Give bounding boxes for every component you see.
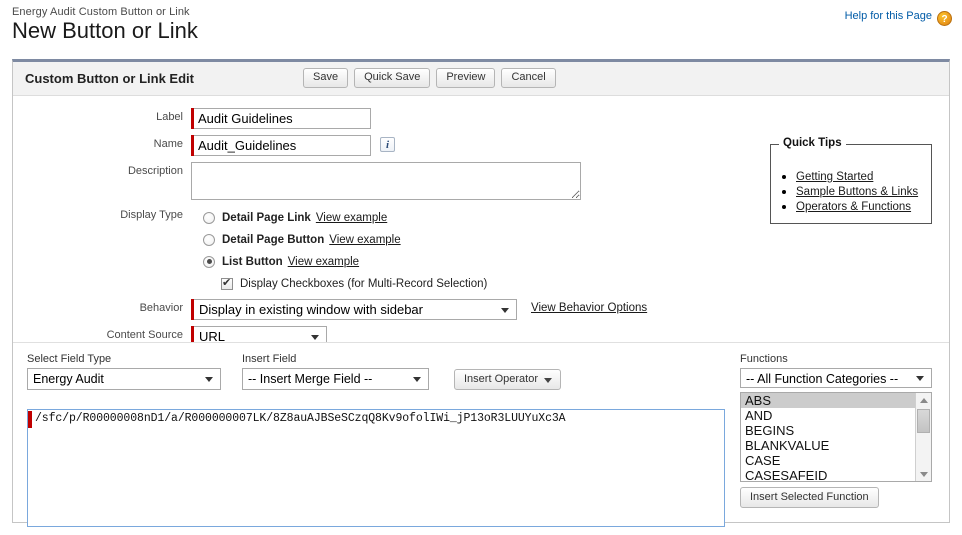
display-type-label: Display Type — [120, 209, 183, 221]
preview-button[interactable]: Preview — [436, 68, 496, 88]
panel-action-buttons: Save Quick Save Preview Cancel — [303, 68, 556, 88]
radio-label-detail-page-link: Detail Page Link — [222, 211, 311, 224]
display-checkboxes-row[interactable]: Display Checkboxes (for Multi-Record Sel… — [221, 274, 487, 293]
list-item[interactable]: CASE — [741, 453, 916, 468]
view-example-link-list-button[interactable]: View example — [288, 256, 359, 268]
quick-tips-legend: Quick Tips — [779, 137, 846, 149]
field-row-label: Label — [13, 108, 949, 129]
help-icon[interactable]: ? — [937, 11, 952, 26]
formula-textarea-container[interactable]: /sfc/p/R00000008nD1/a/R000000007LK/8Z8au… — [27, 409, 725, 527]
radio-detail-page-link[interactable] — [203, 211, 215, 224]
label-input[interactable] — [194, 108, 371, 129]
scroll-down-arrow-icon[interactable] — [916, 467, 931, 481]
insert-merge-field-dropdown[interactable]: -- Insert Merge Field -- — [242, 368, 429, 390]
radio-row-detail-page-link[interactable]: Detail Page Link View example — [203, 208, 487, 227]
quick-tip-link-sample-buttons[interactable]: Sample Buttons & Links — [796, 186, 918, 198]
content-source-label: Content Source — [106, 329, 183, 341]
radio-list-button[interactable] — [203, 255, 215, 268]
save-button[interactable]: Save — [303, 68, 349, 88]
formula-textarea-inner: /sfc/p/R00000008nD1/a/R000000007LK/8Z8au… — [28, 410, 724, 526]
chevron-down-icon — [543, 377, 552, 383]
select-field-type-dropdown[interactable]: Energy Audit — [27, 368, 221, 390]
panel-title: Custom Button or Link Edit — [25, 71, 194, 86]
insert-field-caption: Insert Field — [242, 353, 297, 365]
insert-operator-label: Insert Operator — [464, 373, 538, 385]
insert-field-group: Insert Field -- Insert Merge Field -- — [242, 353, 429, 390]
view-example-link-detail-page-button[interactable]: View example — [329, 234, 400, 246]
display-type-radio-group: Detail Page Link View example Detail Pag… — [203, 206, 487, 293]
behavior-select[interactable]: Display in existing window with sidebar — [194, 299, 517, 320]
chevron-down-icon — [916, 376, 924, 381]
list-item: Sample Buttons & Links — [796, 184, 931, 198]
label-field-label: Label — [156, 111, 183, 123]
quick-tip-link-operators-functions[interactable]: Operators & Functions — [796, 201, 911, 213]
chevron-down-icon — [311, 334, 319, 340]
name-field-label: Name — [153, 138, 183, 150]
chevron-down-icon — [205, 377, 213, 382]
list-item[interactable]: CASESAFEID — [741, 468, 916, 481]
label-field-control — [191, 108, 371, 129]
page-title: New Button or Link — [12, 18, 198, 43]
select-field-type-group: Select Field Type Energy Audit — [27, 353, 221, 390]
list-item[interactable]: ABS — [741, 393, 916, 408]
behavior-control: Display in existing window with sidebar … — [191, 299, 647, 320]
radio-detail-page-button[interactable] — [203, 233, 215, 246]
field-row-behavior: Behavior Display in existing window with… — [13, 299, 949, 320]
insert-operator-button[interactable]: Insert Operator — [454, 369, 561, 390]
view-behavior-options-link[interactable]: View Behavior Options — [531, 299, 647, 314]
view-example-link-detail-page-link[interactable]: View example — [316, 212, 387, 224]
behavior-select-value: Display in existing window with sidebar — [199, 302, 423, 317]
radio-row-list-button[interactable]: List Button View example — [203, 252, 487, 271]
name-input[interactable] — [194, 135, 371, 156]
functions-listbox[interactable]: ABS AND BEGINS BLANKVALUE CASE CASESAFEI… — [740, 392, 932, 482]
list-item: Getting Started — [796, 169, 931, 183]
formula-textarea[interactable]: /sfc/p/R00000008nD1/a/R000000007LK/8Z8au… — [32, 410, 724, 426]
insert-selected-function-button[interactable]: Insert Selected Function — [740, 487, 879, 508]
description-textarea[interactable] — [191, 162, 581, 200]
list-item[interactable]: AND — [741, 408, 916, 423]
quick-save-button[interactable]: Quick Save — [354, 68, 431, 88]
functions-list-items: ABS AND BEGINS BLANKVALUE CASE CASESAFEI… — [741, 393, 916, 481]
list-item[interactable]: BLANKVALUE — [741, 438, 916, 453]
custom-button-edit-panel: Custom Button or Link Edit Save Quick Sa… — [12, 59, 950, 527]
function-categories-dropdown[interactable]: -- All Function Categories -- — [740, 368, 932, 388]
radio-row-detail-page-button[interactable]: Detail Page Button View example — [203, 230, 487, 249]
chevron-down-icon — [501, 307, 509, 313]
help-for-this-page-link[interactable]: Help for this Page? — [845, 10, 952, 26]
function-categories-value: -- All Function Categories -- — [746, 372, 899, 386]
insert-operator-group: Insert Operator — [454, 369, 561, 390]
list-item[interactable]: BEGINS — [741, 423, 916, 438]
description-field-label: Description — [127, 165, 183, 177]
quick-tips-box: Quick Tips Getting Started Sample Button… — [770, 137, 932, 224]
radio-label-detail-page-button: Detail Page Button — [222, 233, 325, 246]
quick-tip-link-getting-started[interactable]: Getting Started — [796, 171, 873, 183]
functions-list-scrollbar[interactable] — [915, 393, 931, 481]
cancel-button[interactable]: Cancel — [501, 68, 556, 88]
help-link-label: Help for this Page — [844, 10, 932, 22]
description-field-control — [191, 162, 581, 200]
info-icon[interactable]: i — [380, 137, 395, 152]
panel-header: Custom Button or Link Edit Save Quick Sa… — [13, 62, 949, 96]
functions-caption: Functions — [740, 353, 788, 365]
list-item: Operators & Functions — [796, 199, 931, 213]
insert-merge-field-value: -- Insert Merge Field -- — [248, 372, 373, 386]
display-checkboxes-checkbox[interactable] — [221, 277, 233, 290]
chevron-down-icon — [413, 377, 421, 382]
breadcrumb: Energy Audit Custom Button or Link — [12, 6, 190, 18]
behavior-label: Behavior — [139, 302, 183, 314]
form-body: Label Name i Description Display Type — [13, 96, 949, 347]
name-field-control: i — [191, 135, 395, 156]
formula-editor-section: Select Field Type Energy Audit Insert Fi… — [13, 342, 949, 527]
page-header: Energy Audit Custom Button or Link New B… — [0, 0, 962, 48]
scrollbar-thumb[interactable] — [917, 409, 930, 433]
quick-tips-list: Getting Started Sample Buttons & Links O… — [771, 145, 931, 213]
select-field-type-caption: Select Field Type — [27, 353, 112, 365]
functions-panel: Functions -- All Function Categories -- … — [740, 353, 932, 508]
select-field-type-value: Energy Audit — [33, 372, 104, 386]
display-checkboxes-label: Display Checkboxes (for Multi-Record Sel… — [240, 277, 488, 290]
scroll-up-arrow-icon[interactable] — [916, 393, 931, 407]
radio-label-list-button: List Button — [222, 255, 283, 268]
